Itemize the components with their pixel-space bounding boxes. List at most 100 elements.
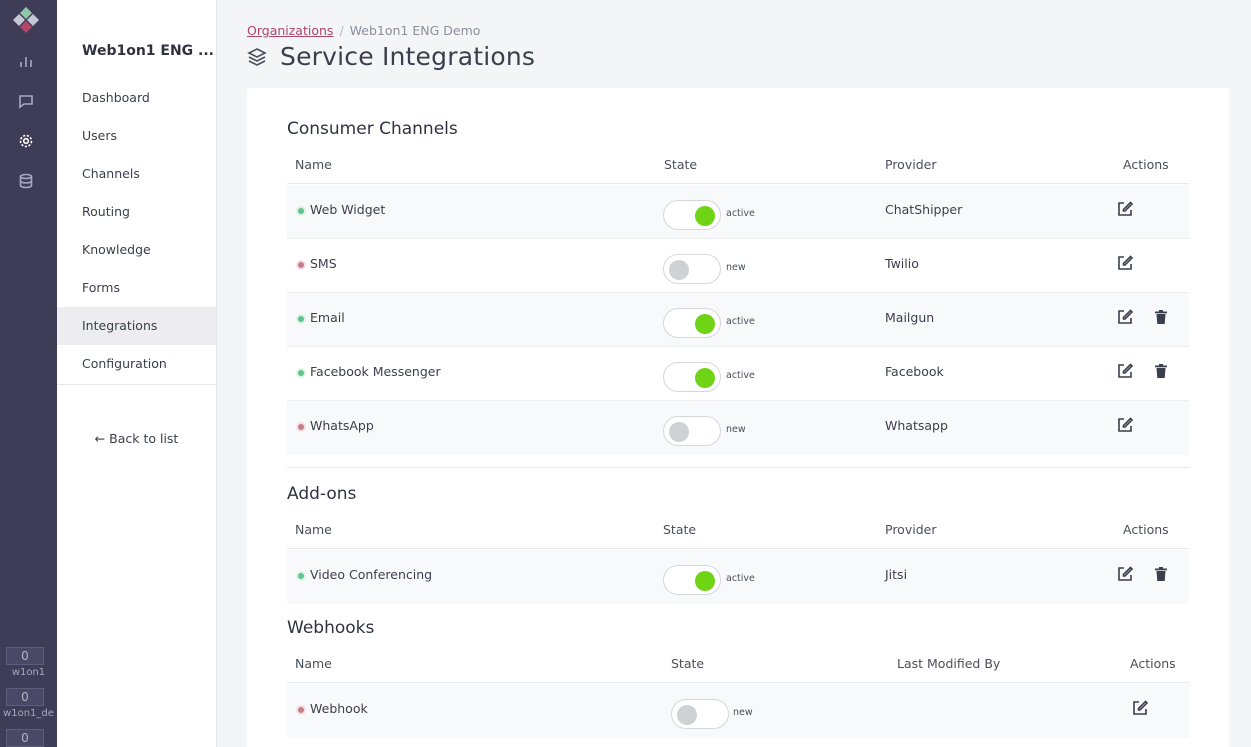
table-row: Facebook Messenger active Facebook [287, 347, 1189, 401]
state-label: new [726, 424, 746, 435]
toggle-knob [695, 368, 715, 388]
col-actions: Actions [1123, 522, 1169, 537]
sidebar-item-dashboard[interactable]: Dashboard [57, 79, 216, 117]
state-label: active [726, 316, 755, 327]
col-actions: Actions [1130, 656, 1176, 671]
state-label: active [726, 573, 755, 584]
layers-icon [247, 47, 267, 66]
back-to-list-link[interactable]: ← Back to list [57, 431, 216, 446]
status-dot [298, 707, 304, 713]
section-divider [287, 467, 1189, 468]
integration-name: Facebook Messenger [310, 364, 441, 379]
toggle-knob [695, 206, 715, 226]
provider-name: Mailgun [885, 310, 935, 325]
trash-icon[interactable] [1152, 362, 1170, 380]
toggle-knob [677, 705, 697, 725]
col-last-modified-by: Last Modified By [897, 656, 1001, 671]
sidebar-item-forms[interactable]: Forms [57, 269, 216, 307]
table-row: Email active Mailgun [287, 293, 1189, 347]
table-header: Name State Last Modified By Actions [287, 647, 1189, 683]
edit-icon[interactable] [1116, 308, 1134, 326]
section-title-consumer-channels: Consumer Channels [287, 119, 458, 139]
org-nav: Dashboard Users Channels Routing Knowled… [57, 79, 216, 383]
analytics-icon[interactable] [17, 52, 35, 70]
provider-name: Jitsi [885, 567, 908, 582]
trash-icon[interactable] [1152, 308, 1170, 326]
edit-icon[interactable] [1116, 565, 1134, 583]
toggle-knob [695, 571, 715, 591]
state-toggle[interactable] [663, 565, 721, 595]
sidebar-item-routing[interactable]: Routing [57, 193, 216, 231]
state-label: new [733, 707, 753, 718]
settings-icon[interactable] [17, 132, 35, 150]
table-row: WhatsApp new Whatsapp [287, 401, 1189, 455]
counter-box[interactable]: 0 [6, 729, 44, 747]
state-toggle[interactable] [671, 699, 729, 729]
edit-icon[interactable] [1116, 416, 1134, 434]
state-toggle[interactable] [663, 308, 721, 338]
edit-icon[interactable] [1116, 200, 1134, 218]
col-name: Name [295, 522, 332, 537]
sidebar-item-knowledge[interactable]: Knowledge [57, 231, 216, 269]
integration-name: Web Widget [310, 202, 386, 217]
state-toggle[interactable] [663, 200, 721, 230]
sidebar-item-channels[interactable]: Channels [57, 155, 216, 193]
page-title: Service Integrations [280, 42, 536, 71]
integration-name: SMS [310, 256, 337, 271]
status-dot [298, 316, 304, 322]
counter-label: w1on1 [11, 667, 46, 678]
counter-box[interactable]: 0 [6, 647, 44, 665]
edit-icon[interactable] [1116, 362, 1134, 380]
integration-name: Webhook [310, 701, 368, 716]
provider-name: ChatShipper [885, 202, 963, 217]
integration-name: Video Conferencing [310, 567, 433, 582]
page-header: Service Integrations [247, 42, 535, 71]
toggle-knob [669, 260, 689, 280]
integration-name: WhatsApp [310, 418, 374, 433]
provider-name: Whatsapp [885, 418, 948, 433]
status-dot [298, 262, 304, 268]
table-row: Video Conferencing active Jitsi [287, 550, 1189, 604]
state-toggle[interactable] [663, 254, 721, 284]
section-title-webhooks: Webhooks [287, 618, 375, 638]
col-name: Name [295, 157, 332, 172]
arrow-left-icon: ← [94, 431, 106, 446]
table-row: Web Widget active ChatShipper [287, 185, 1189, 239]
sidebar-item-integrations[interactable]: Integrations [57, 307, 216, 345]
col-state: State [671, 656, 705, 671]
breadcrumb-organizations-link[interactable]: Organizations [247, 23, 333, 38]
database-icon[interactable] [17, 172, 35, 190]
chat-icon[interactable] [17, 92, 35, 110]
sidebar-item-configuration[interactable]: Configuration [57, 345, 216, 383]
col-actions: Actions [1123, 157, 1169, 172]
org-sidebar: Web1on1 ENG ... Dashboard Users Channels… [57, 0, 217, 747]
edit-icon[interactable] [1116, 254, 1134, 272]
provider-name: Facebook [885, 364, 944, 379]
state-label: new [726, 262, 746, 273]
state-label: active [726, 370, 755, 381]
org-name: Web1on1 ENG ... [82, 43, 215, 59]
back-to-list-label: Back to list [109, 431, 179, 446]
table-row: SMS new Twilio [287, 239, 1189, 293]
counter-box[interactable]: 0 [6, 688, 44, 706]
sidebar-item-users[interactable]: Users [57, 117, 216, 155]
status-dot [298, 424, 304, 430]
icon-rail: 0 w1on1 0 w1on1_de 0 [0, 0, 57, 747]
status-dot [298, 208, 304, 214]
col-state: State [663, 522, 697, 537]
breadcrumb-current: Web1on1 ENG Demo [349, 23, 481, 38]
state-toggle[interactable] [663, 416, 721, 446]
trash-icon[interactable] [1152, 565, 1170, 583]
edit-icon[interactable] [1131, 699, 1149, 717]
status-dot [298, 573, 304, 579]
table-row: Webhook new [287, 684, 1189, 738]
col-provider: Provider [885, 522, 937, 537]
status-dot [298, 370, 304, 376]
state-toggle[interactable] [663, 362, 721, 392]
toggle-knob [695, 314, 715, 334]
table-header: Name State Provider Actions [287, 513, 1189, 549]
col-provider: Provider [885, 157, 937, 172]
breadcrumb: Organizations / Web1on1 ENG Demo [247, 23, 480, 38]
provider-name: Twilio [885, 256, 919, 271]
app-logo[interactable] [10, 5, 42, 37]
